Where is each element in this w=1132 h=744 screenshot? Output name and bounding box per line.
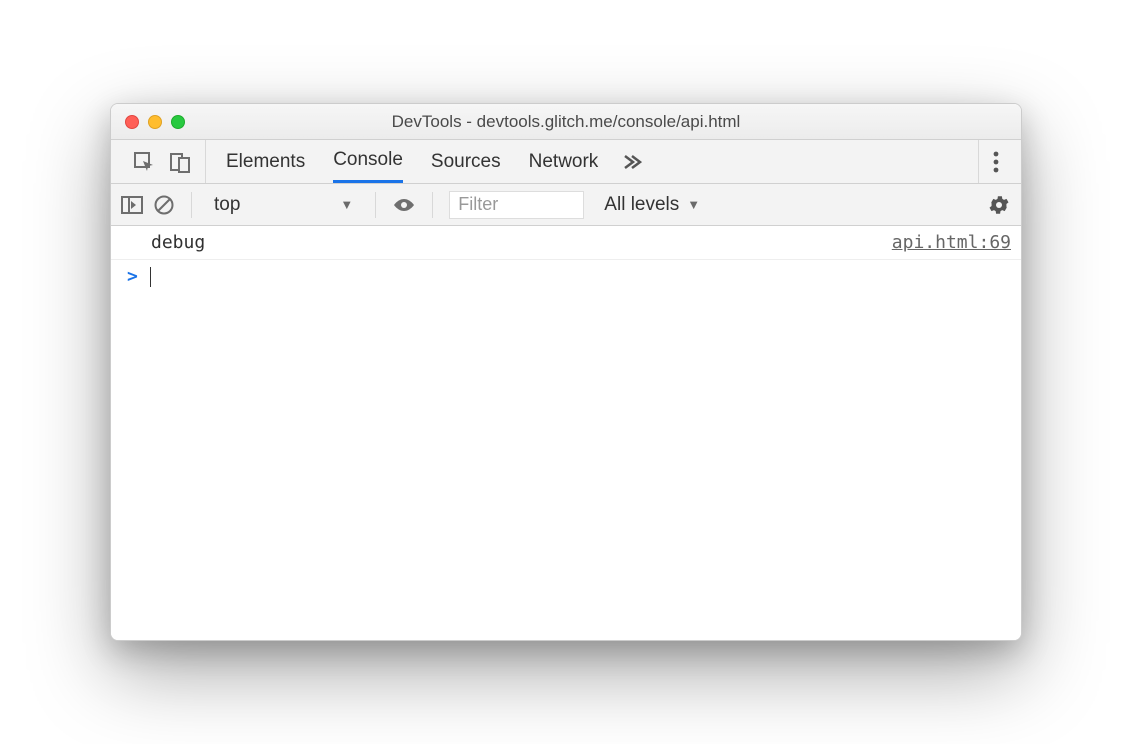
window-title: DevTools - devtools.glitch.me/console/ap… (123, 112, 1009, 132)
log-levels-select[interactable]: All levels ▼ (604, 194, 700, 216)
settings-icon[interactable] (987, 193, 1011, 217)
tabs-bar: Elements Console Sources Network (111, 140, 1021, 184)
more-tabs-icon[interactable] (622, 152, 642, 172)
menu-icon[interactable] (978, 140, 1013, 183)
sidebar-toggle-icon[interactable] (121, 196, 143, 214)
window-controls (125, 115, 185, 129)
log-entry: debug api.html:69 (111, 226, 1021, 260)
console-output: debug api.html:69 > (111, 226, 1021, 640)
close-button[interactable] (125, 115, 139, 129)
devtools-window: DevTools - devtools.glitch.me/console/ap… (110, 103, 1022, 641)
maximize-button[interactable] (171, 115, 185, 129)
separator (432, 192, 433, 218)
panel-tabs: Elements Console Sources Network (226, 140, 598, 183)
prompt-chevron-icon: > (127, 266, 138, 287)
minimize-button[interactable] (148, 115, 162, 129)
tab-sources[interactable]: Sources (431, 140, 501, 183)
console-toolbar: top ▼ All levels ▼ (111, 184, 1021, 226)
tab-console[interactable]: Console (333, 140, 403, 183)
separator (191, 192, 192, 218)
log-message: debug (151, 232, 205, 253)
log-source-link[interactable]: api.html:69 (892, 232, 1011, 253)
text-cursor (150, 267, 151, 287)
separator (375, 192, 376, 218)
inspect-icon[interactable] (133, 151, 155, 173)
titlebar: DevTools - devtools.glitch.me/console/ap… (111, 104, 1021, 140)
chevron-down-icon: ▼ (687, 197, 700, 212)
execution-context-select[interactable]: top ▼ (208, 192, 359, 218)
tab-network[interactable]: Network (529, 140, 599, 183)
context-label: top (214, 194, 240, 216)
clear-console-icon[interactable] (153, 194, 175, 216)
device-mode-icon[interactable] (169, 151, 191, 173)
console-prompt[interactable]: > (111, 260, 1021, 293)
tab-elements[interactable]: Elements (226, 140, 305, 183)
levels-label: All levels (604, 194, 679, 216)
filter-input[interactable] (449, 191, 584, 219)
chevron-down-icon: ▼ (340, 197, 353, 212)
live-expression-icon[interactable] (392, 197, 416, 213)
